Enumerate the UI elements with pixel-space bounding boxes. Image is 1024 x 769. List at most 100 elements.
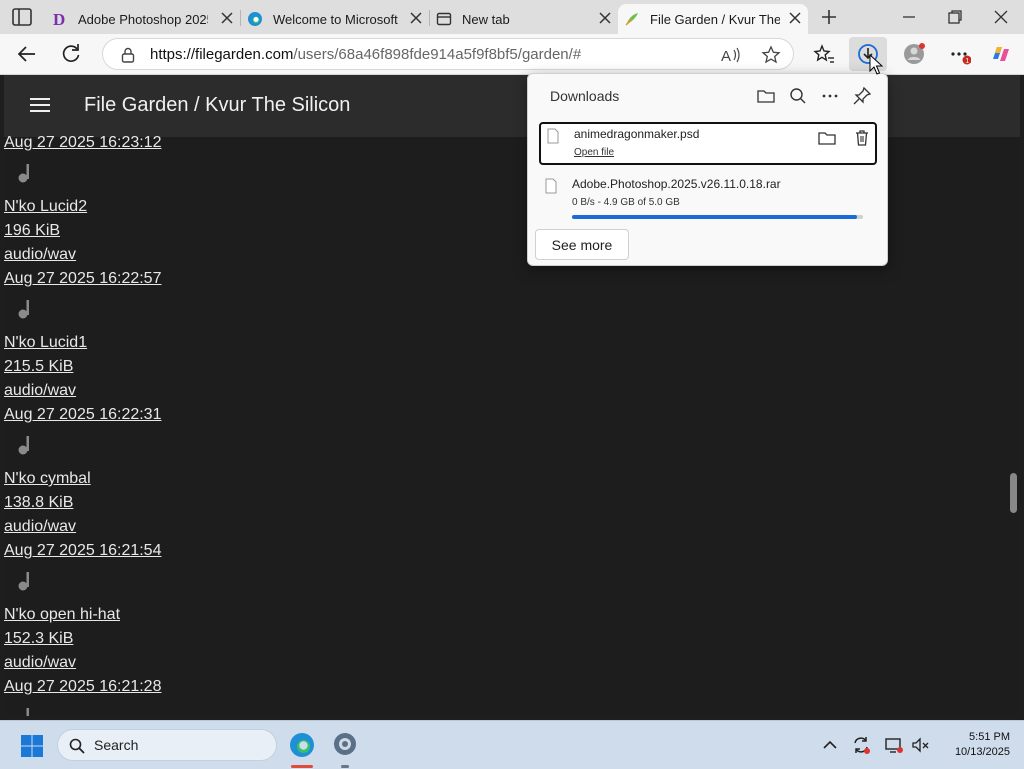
taskbar: Search 5:51 PM 10/13/2025 xyxy=(0,720,1024,769)
d-letter-icon: D xyxy=(52,11,68,27)
download-item-completed[interactable]: animedragonmaker.psd Open file xyxy=(539,122,877,165)
delete-trash-icon[interactable] xyxy=(852,128,872,148)
page-title: File Garden / Kvur The Silicon xyxy=(84,94,351,116)
svg-text:D: D xyxy=(53,11,65,27)
new-tab-icon xyxy=(436,11,452,27)
more-options-icon[interactable]: 1 xyxy=(949,43,971,65)
svg-text:1: 1 xyxy=(965,58,969,65)
url-host: https://filegarden.com xyxy=(150,46,294,63)
downloads-title: Downloads xyxy=(550,88,620,104)
file-name-link[interactable]: N'ko cymbal xyxy=(4,467,404,491)
page-scrollbar-thumb[interactable] xyxy=(1010,473,1017,513)
restore-icon[interactable] xyxy=(946,8,964,26)
read-aloud-icon[interactable]: A xyxy=(721,46,741,64)
file-type-link[interactable]: audio/wav xyxy=(4,379,404,403)
network-volume-icon[interactable] xyxy=(910,735,930,755)
file-date-link[interactable]: Aug 27 2025 16:21:54 xyxy=(4,539,404,563)
clock-date: 10/13/2025 xyxy=(954,746,1010,758)
clock-time: 5:51 PM xyxy=(969,731,1010,743)
back-arrow-icon[interactable] xyxy=(16,43,38,65)
open-folder-icon[interactable] xyxy=(756,86,776,106)
tab-file-garden[interactable]: File Garden / Kvur The S xyxy=(618,4,808,34)
see-more-button[interactable]: See more xyxy=(535,229,629,260)
file-size-link[interactable]: 138.8 KiB xyxy=(4,491,404,515)
download-file-name: animedragonmaker.psd xyxy=(574,127,700,141)
close-window-icon[interactable] xyxy=(992,8,1010,26)
tab-strip: D Adobe Photoshop 2025 Welcome to Micros… xyxy=(0,0,1024,34)
favorite-star-icon[interactable] xyxy=(761,45,781,65)
display-icon[interactable] xyxy=(884,735,904,755)
file-size-link[interactable]: 196 KiB xyxy=(4,219,404,243)
file-date-link[interactable]: Aug 27 2025 16:22:31 xyxy=(4,403,404,427)
more-options-icon[interactable] xyxy=(820,86,840,106)
file-type-link[interactable]: audio/wav xyxy=(4,515,404,539)
copilot-icon[interactable] xyxy=(990,43,1012,65)
lock-icon[interactable] xyxy=(121,47,135,63)
open-file-link[interactable]: Open file xyxy=(574,147,614,158)
audio-note-icon[interactable] xyxy=(17,435,33,455)
file-entry-icon-row xyxy=(4,155,404,195)
taskbar-search-box[interactable]: Search xyxy=(57,729,277,761)
windows-start-icon[interactable] xyxy=(20,734,44,758)
mouse-cursor-icon xyxy=(869,54,883,75)
audio-note-icon[interactable] xyxy=(17,707,33,716)
favorites-icon[interactable] xyxy=(813,43,835,65)
file-date-link[interactable]: Aug 27 2025 16:22:57 xyxy=(4,267,404,291)
profile-avatar-icon[interactable] xyxy=(903,43,925,65)
file-name-link[interactable]: N'ko open hi-hat xyxy=(4,603,404,627)
download-file-name: Adobe.Photoshop.2025.v26.11.0.18.rar xyxy=(572,177,781,191)
close-icon[interactable] xyxy=(598,11,612,25)
chevron-up-icon[interactable] xyxy=(820,735,840,755)
tab-photoshop[interactable]: D Adobe Photoshop 2025 xyxy=(52,4,240,34)
file-icon xyxy=(545,178,557,194)
audio-note-icon[interactable] xyxy=(17,299,33,319)
url-text: https://filegarden.com/users/68a46f898fd… xyxy=(150,46,581,63)
audio-note-icon[interactable] xyxy=(17,571,33,591)
tab-actions-icon[interactable] xyxy=(12,8,32,26)
tab-new-tab[interactable]: New tab xyxy=(430,4,618,34)
url-path: /users/68a46f898fde914a5f9f8bf5/garden/# xyxy=(293,46,582,63)
file-date-link[interactable]: Aug 27 2025 16:23:12 xyxy=(4,131,404,155)
download-progress-bar xyxy=(572,215,863,219)
tab-title: File Garden / Kvur The S xyxy=(650,11,780,27)
new-tab-plus-icon[interactable] xyxy=(819,7,839,27)
search-icon[interactable] xyxy=(788,86,808,106)
file-entry-icon-row xyxy=(4,291,404,331)
downloads-flyout: Downloads animedragonmaker.psd Open file… xyxy=(527,73,888,266)
tab-title: Welcome to Microsoft E xyxy=(273,11,399,27)
edge-icon xyxy=(247,11,263,27)
tab-title: New tab xyxy=(462,11,510,27)
search-icon xyxy=(69,738,85,754)
file-name-link[interactable]: N'ko Lucid2 xyxy=(4,195,404,219)
tab-microsoft-edge[interactable]: Welcome to Microsoft E xyxy=(241,4,429,34)
pin-icon[interactable] xyxy=(852,86,872,106)
file-icon xyxy=(547,128,559,144)
file-entry: N'ko open hi-hat 152.3 KiB audio/wav Aug… xyxy=(4,603,404,699)
file-entry: N'ko Lucid2 196 KiB audio/wav Aug 27 202… xyxy=(4,195,404,291)
close-icon[interactable] xyxy=(788,11,802,25)
file-entry-icon-row xyxy=(4,563,404,603)
file-name-link[interactable]: N'ko Lucid1 xyxy=(4,331,404,355)
hamburger-menu-icon[interactable] xyxy=(30,97,50,113)
file-entry: N'ko cymbal 138.8 KiB audio/wav Aug 27 2… xyxy=(4,467,404,563)
file-garden-icon xyxy=(624,11,640,27)
refresh-icon[interactable] xyxy=(60,43,82,65)
settings-gear-icon[interactable] xyxy=(332,731,358,757)
file-type-link[interactable]: audio/wav xyxy=(4,651,404,675)
edge-taskbar-icon[interactable] xyxy=(288,731,316,759)
sync-icon[interactable] xyxy=(851,735,871,755)
address-bar[interactable]: https://filegarden.com/users/68a46f898fd… xyxy=(102,38,794,70)
system-clock[interactable]: 5:51 PM 10/13/2025 xyxy=(940,730,1010,760)
file-date-link[interactable]: Aug 27 2025 16:21:28 xyxy=(4,675,404,699)
file-size-link[interactable]: 152.3 KiB xyxy=(4,627,404,651)
close-icon[interactable] xyxy=(409,11,423,25)
audio-note-icon[interactable] xyxy=(17,163,33,183)
file-size-link[interactable]: 215.5 KiB xyxy=(4,355,404,379)
file-entry-icon-row xyxy=(4,699,404,716)
file-type-link[interactable]: audio/wav xyxy=(4,243,404,267)
close-icon[interactable] xyxy=(220,11,234,25)
minimize-icon[interactable] xyxy=(900,8,918,26)
show-in-folder-icon[interactable] xyxy=(817,128,837,148)
search-label: Search xyxy=(94,737,139,753)
download-item-in-progress[interactable]: Adobe.Photoshop.2025.v26.11.0.18.rar 0 B… xyxy=(539,174,877,224)
